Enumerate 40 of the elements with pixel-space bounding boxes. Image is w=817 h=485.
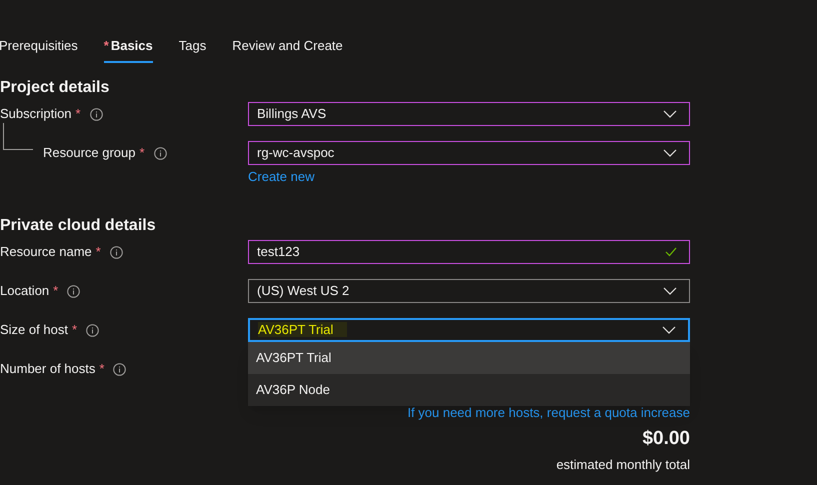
chevron-down-icon <box>663 149 677 157</box>
create-new-link[interactable]: Create new <box>248 169 314 184</box>
required-asterisk: * <box>76 105 81 124</box>
section-heading: Project details <box>0 78 110 98</box>
field-label: Resource name <box>0 243 92 262</box>
section-heading: Private cloud details <box>0 216 157 236</box>
field-label: Number of hosts <box>0 360 96 378</box>
chevron-down-icon <box>662 326 676 334</box>
dropdown[interactable]: AV36PT Trial <box>248 318 690 342</box>
tab[interactable]: Tags <box>178 36 206 63</box>
field-label: Resource group <box>43 144 136 162</box>
dropdown-option[interactable]: AV36PT Trial <box>248 342 690 374</box>
field-label: Subscription <box>0 105 72 124</box>
dropdown[interactable]: rg-wc-avspoc <box>248 141 690 165</box>
dropdown[interactable]: (US) West US 2 <box>248 279 690 303</box>
info-icon[interactable] <box>110 246 123 258</box>
price-total: $0.00 <box>642 426 690 450</box>
dropdown[interactable]: Billings AVS <box>248 102 690 126</box>
required-asterisk: * <box>99 360 104 378</box>
required-asterisk: * <box>104 37 109 55</box>
info-icon[interactable] <box>90 108 103 120</box>
tab[interactable]: Review and Create <box>232 36 343 63</box>
quota-link[interactable]: If you need more hosts, request a quota increase <box>407 403 690 422</box>
field-label: Size of host <box>0 321 68 340</box>
dropdown-option[interactable]: AV36P Node <box>248 374 690 406</box>
text-input[interactable]: test123 <box>248 240 690 264</box>
info-icon[interactable] <box>86 324 99 336</box>
required-asterisk: * <box>96 243 101 262</box>
info-icon[interactable] <box>113 362 126 376</box>
info-icon[interactable] <box>154 146 167 160</box>
required-asterisk: * <box>140 144 145 162</box>
chevron-down-icon <box>663 287 677 295</box>
tab[interactable]: *Basics <box>104 36 153 63</box>
chevron-down-icon <box>663 110 677 118</box>
required-asterisk: * <box>72 321 77 340</box>
price-caption: estimated monthly total <box>556 456 690 474</box>
required-asterisk: * <box>53 282 58 300</box>
tab[interactable]: Prerequisities <box>0 36 78 63</box>
field-label: Location <box>0 282 50 300</box>
info-icon[interactable] <box>67 284 80 298</box>
